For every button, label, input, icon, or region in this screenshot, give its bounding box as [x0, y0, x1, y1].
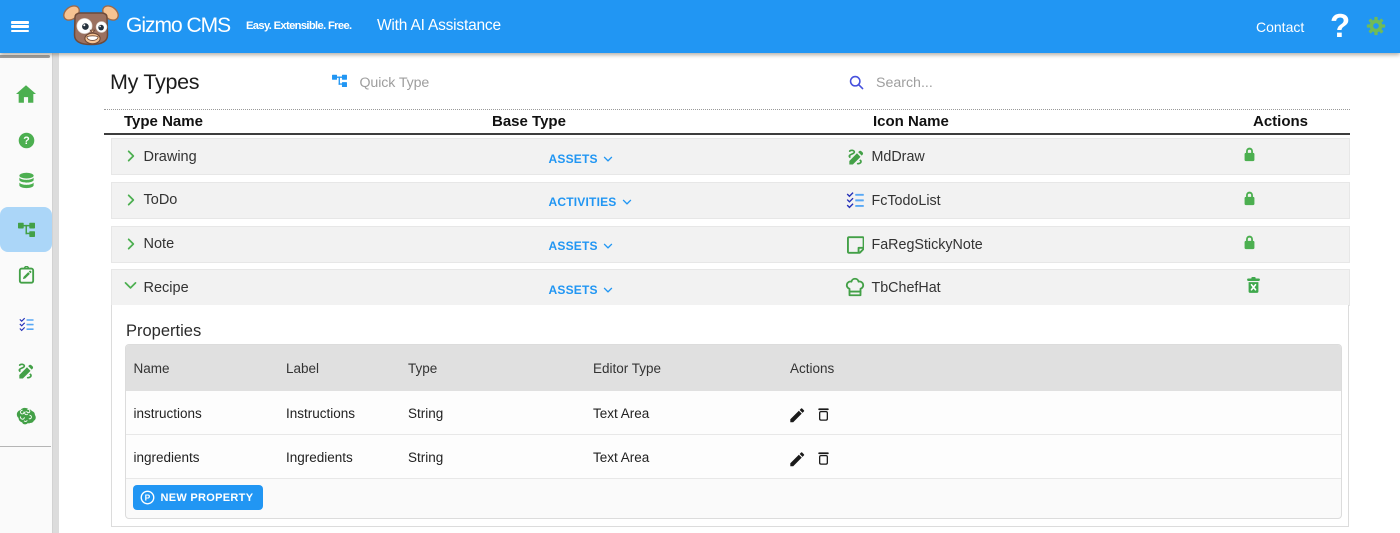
svg-text:P: P [144, 493, 150, 503]
svg-text:?: ? [23, 135, 29, 147]
